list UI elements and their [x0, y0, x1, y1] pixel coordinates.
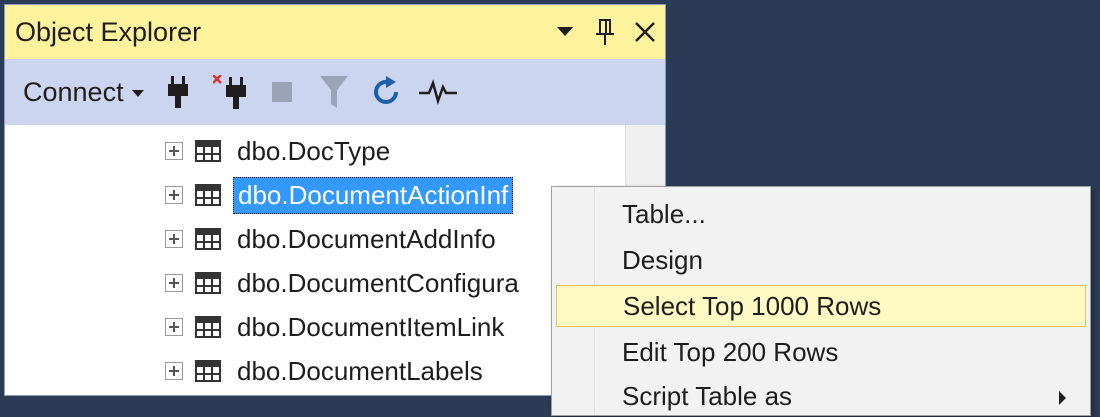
- expand-plus-icon[interactable]: [165, 230, 183, 248]
- tree-row[interactable]: dbo.DocumentConfigura: [165, 261, 523, 305]
- context-menu-item-label: Script Table as: [622, 380, 793, 411]
- connect-label: Connect: [23, 76, 124, 107]
- stop-icon: [256, 67, 308, 117]
- tree-row[interactable]: dbo.DocType: [165, 129, 394, 173]
- tree-row[interactable]: dbo.DocumentActionInf: [165, 173, 514, 217]
- context-menu-item[interactable]: Edit Top 200 Rows: [556, 331, 1086, 373]
- tree-row[interactable]: dbo.DocumentAddInfo: [165, 217, 500, 261]
- tree-row-label: dbo.DocumentAddInfo: [237, 223, 496, 254]
- tree-row-label: dbo.DocType: [237, 135, 391, 166]
- tree-row-label: dbo.DocumentConfigura: [237, 267, 519, 298]
- connect-plug-icon[interactable]: [152, 67, 204, 117]
- context-menu-item[interactable]: Script Table as: [556, 375, 1086, 417]
- table-icon: [195, 316, 221, 338]
- object-explorer-toolbar: Connect: [5, 59, 665, 125]
- refresh-icon[interactable]: [360, 67, 412, 117]
- context-menu-item[interactable]: Select Top 1000 Rows: [556, 285, 1086, 327]
- table-icon: [195, 140, 221, 162]
- close-icon[interactable]: [625, 12, 665, 52]
- expand-plus-icon[interactable]: [165, 186, 183, 204]
- expand-plus-icon[interactable]: [165, 318, 183, 336]
- activity-monitor-icon[interactable]: [412, 67, 464, 117]
- context-menu-item[interactable]: Table...: [556, 193, 1086, 235]
- tree-row[interactable]: dbo.DocumentLabels: [165, 349, 487, 393]
- connect-button[interactable]: Connect: [5, 77, 152, 108]
- tree-row[interactable]: dbo.DocumentItemLink: [165, 305, 508, 349]
- chevron-down-icon: [131, 90, 144, 97]
- context-menu-item[interactable]: Design: [556, 239, 1086, 281]
- context-menu: Table... Design Select Top 1000 Rows Edit T…: [551, 186, 1091, 416]
- dropdown-icon[interactable]: [545, 12, 585, 52]
- expand-plus-icon[interactable]: [165, 274, 183, 292]
- panel-title: Object Explorer: [15, 16, 202, 47]
- context-menu-item-label: Table...: [622, 198, 706, 229]
- submenu-arrow-icon: [1059, 391, 1066, 405]
- tree-row-label: dbo.DocumentLabels: [237, 355, 483, 386]
- disconnect-icon[interactable]: [204, 67, 256, 117]
- context-menu-item-label: Select Top 1000 Rows: [623, 290, 882, 321]
- tree-row-label: dbo.DocumentItemLink: [237, 311, 505, 342]
- filter-icon: [308, 67, 360, 117]
- table-icon: [195, 272, 221, 294]
- context-menu-item-label: Design: [622, 244, 703, 275]
- expand-plus-icon[interactable]: [165, 142, 183, 160]
- pin-icon[interactable]: [585, 12, 625, 52]
- context-menu-item-label: Edit Top 200 Rows: [622, 336, 839, 367]
- table-icon: [195, 228, 221, 250]
- table-icon: [195, 184, 221, 206]
- object-explorer-titlebar[interactable]: Object Explorer: [5, 5, 665, 59]
- tree-row-label: dbo.DocumentActionInf: [233, 176, 514, 214]
- expand-plus-icon[interactable]: [165, 362, 183, 380]
- table-icon: [195, 360, 221, 382]
- object-tree: dbo.DocType dbo.DocumentActionInf dbo.Docu…: [5, 125, 625, 395]
